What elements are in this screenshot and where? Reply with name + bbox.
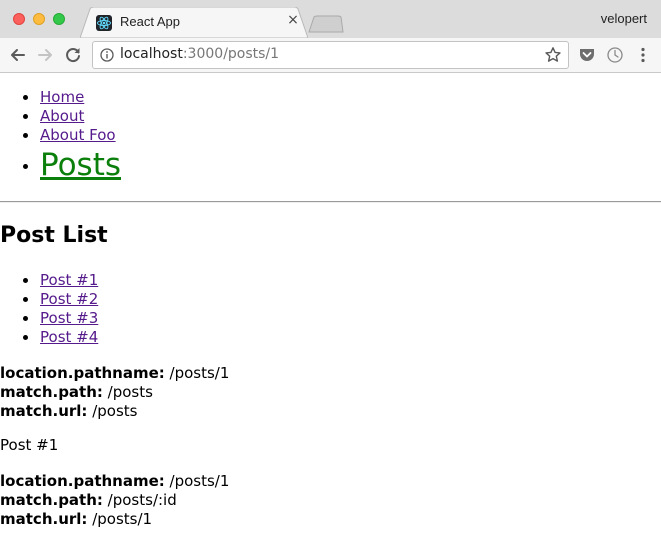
nav-item-posts: Posts — [0, 145, 121, 185]
list-bullet — [23, 133, 28, 138]
nav-link-about[interactable]: About — [40, 107, 84, 125]
info-icon[interactable] — [100, 48, 114, 62]
pathname-label: location.pathname: — [0, 472, 165, 490]
pathname-value: /posts/1 — [164, 364, 230, 382]
post-title: Post #1 — [0, 436, 59, 454]
url-text: localhost:3000/posts/1 — [120, 46, 279, 62]
post-list: Post #1 Post #2 Post #3 Post #4 — [0, 271, 98, 347]
profile-name[interactable]: velopert — [601, 11, 647, 26]
arrow-right-icon[interactable] — [34, 44, 56, 66]
pathname-row: location.pathname: /posts/1 — [0, 364, 229, 383]
main-nav: Home About About Foo Posts — [0, 88, 121, 185]
url-path: :3000/posts/1 — [182, 46, 280, 62]
post-link-2[interactable]: Post #2 — [40, 290, 98, 308]
route-info-outer: location.pathname: /posts/1 match.path: … — [0, 364, 229, 421]
nav-item-about-foo: About Foo — [0, 126, 121, 145]
post-link-1[interactable]: Post #1 — [40, 271, 98, 289]
tab-react-app[interactable]: React App × — [80, 7, 308, 38]
match-path-row: match.path: /posts — [0, 383, 229, 402]
tab-shape — [80, 7, 308, 38]
react-icon — [96, 15, 112, 31]
minimize-window-button[interactable] — [33, 13, 45, 25]
nav-link-about-foo[interactable]: About Foo — [40, 126, 116, 144]
post-link-3[interactable]: Post #3 — [40, 309, 98, 327]
pathname-label: location.pathname: — [0, 364, 165, 382]
match-path-value: /posts — [102, 383, 153, 401]
match-path-value: /posts/:id — [102, 491, 177, 509]
new-tab-button[interactable] — [308, 15, 344, 33]
tab-title: React App — [120, 14, 180, 29]
browser-window: React App × velopert localhost:3000/post… — [0, 0, 661, 555]
divider — [0, 201, 661, 203]
route-info-inner: location.pathname: /posts/1 match.path: … — [0, 472, 229, 529]
nav-item-home: Home — [0, 88, 121, 107]
list-bullet — [23, 164, 28, 169]
pocket-icon[interactable] — [578, 46, 596, 64]
browser-toolbar: localhost:3000/posts/1 — [0, 38, 661, 73]
list-item: Post #4 — [0, 328, 98, 347]
kebab-menu-icon[interactable] — [634, 46, 652, 64]
match-path-label: match.path: — [0, 491, 103, 509]
list-bullet — [23, 114, 28, 119]
list-bullet — [23, 297, 28, 302]
match-path-row: match.path: /posts/:id — [0, 491, 229, 510]
page-heading: Post List — [0, 223, 108, 248]
page-content: Home About About Foo Posts Post List Pos… — [0, 73, 661, 555]
close-window-button[interactable] — [13, 13, 25, 25]
list-item: Post #3 — [0, 309, 98, 328]
post-link-4[interactable]: Post #4 — [40, 328, 98, 346]
list-item: Post #2 — [0, 290, 98, 309]
timer-icon[interactable] — [606, 46, 624, 64]
address-bar[interactable]: localhost:3000/posts/1 — [92, 41, 569, 69]
star-icon[interactable] — [544, 46, 562, 64]
url-host: localhost — [120, 46, 183, 62]
list-bullet — [23, 335, 28, 340]
match-url-value: /posts/1 — [87, 510, 153, 528]
arrow-left-icon[interactable] — [7, 44, 29, 66]
list-bullet — [23, 278, 28, 283]
maximize-window-button[interactable] — [53, 13, 65, 25]
nav-link-posts[interactable]: Posts — [40, 147, 121, 183]
nav-link-home[interactable]: Home — [40, 88, 84, 106]
match-url-value: /posts — [87, 402, 138, 420]
nav-item-about: About — [0, 107, 121, 126]
match-path-label: match.path: — [0, 383, 103, 401]
pathname-row: location.pathname: /posts/1 — [0, 472, 229, 491]
match-url-label: match.url: — [0, 510, 88, 528]
tab-close-icon[interactable]: × — [284, 11, 302, 29]
tab-strip: React App × velopert — [0, 0, 661, 38]
list-item: Post #1 — [0, 271, 98, 290]
match-url-row: match.url: /posts — [0, 402, 229, 421]
match-url-label: match.url: — [0, 402, 88, 420]
match-url-row: match.url: /posts/1 — [0, 510, 229, 529]
pathname-value: /posts/1 — [164, 472, 230, 490]
reload-icon[interactable] — [62, 44, 84, 66]
list-bullet — [23, 95, 28, 100]
list-bullet — [23, 316, 28, 321]
